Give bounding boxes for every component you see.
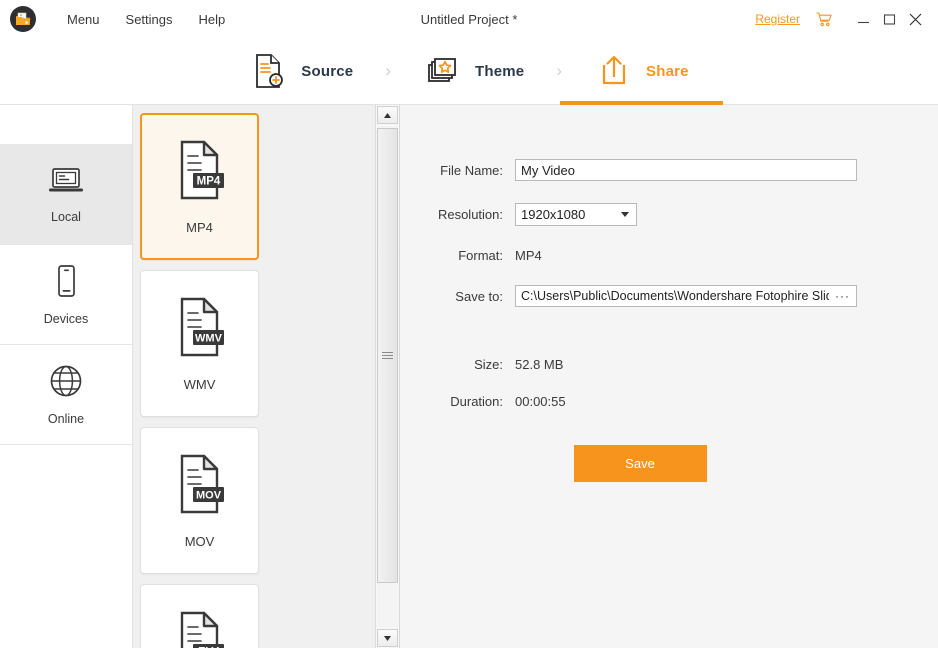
size-value: 52.8 MB: [515, 357, 564, 372]
format-card-wmv-label: WMV: [183, 376, 216, 392]
svg-text:MP4: MP4: [196, 175, 220, 187]
save-to-path-text: C:\Users\Public\Documents\Wondershare Fo…: [521, 289, 829, 303]
resolution-selected-value: 1920x1080: [521, 207, 586, 222]
menu-button-settings[interactable]: Settings: [113, 8, 186, 31]
resolution-select[interactable]: 1920x1080: [515, 203, 637, 226]
step-navigation: Source › Theme › Share: [0, 38, 938, 105]
laptop-icon: [46, 166, 86, 201]
save-button-wrap: Save: [400, 445, 938, 482]
menu-bar: Menu Settings Help: [54, 8, 238, 31]
settings-spacer: [400, 329, 938, 357]
shopping-cart-icon[interactable]: [816, 11, 832, 27]
format-value: MP4: [515, 248, 542, 263]
minimize-icon[interactable]: [850, 6, 876, 32]
scrollbar-thumb[interactable]: [377, 128, 398, 583]
sidebar-item-online-label: Online: [47, 411, 85, 426]
browse-folder-button[interactable]: ···: [829, 289, 856, 303]
step-separator-1: ›: [385, 61, 391, 80]
sidebar-item-local[interactable]: Local: [0, 145, 132, 245]
step-source-label: Source: [301, 62, 354, 80]
register-link[interactable]: Register: [755, 12, 800, 26]
step-theme[interactable]: Theme: [417, 38, 530, 105]
menu-button-menu[interactable]: Menu: [54, 8, 113, 31]
format-list-pane: MP4 MP4 WMV WMV MOV MOV: [133, 105, 400, 648]
phone-icon: [51, 264, 81, 303]
file-name-input[interactable]: [515, 159, 857, 181]
format-card-flv[interactable]: FLV FLV: [140, 584, 259, 648]
app-logo-icon: [10, 6, 36, 32]
format-label: Format:: [458, 248, 503, 263]
size-label: Size:: [474, 357, 503, 372]
format-row: Format: MP4: [400, 248, 938, 263]
duration-row: Duration: 00:00:55: [400, 394, 938, 409]
size-row: Size: 52.8 MB: [400, 357, 938, 372]
step-theme-label: Theme: [475, 62, 525, 80]
document-add-icon: [249, 53, 289, 89]
svg-text:WMV: WMV: [195, 332, 223, 344]
file-mov-icon: MOV: [171, 453, 229, 520]
sidebar-top-strip: [0, 105, 132, 145]
chevron-down-icon: [621, 212, 629, 217]
format-card-wmv[interactable]: WMV WMV: [140, 270, 259, 417]
step-separator-2: ›: [556, 61, 563, 80]
sidebar-item-devices-label: Devices: [43, 311, 89, 326]
format-list-scrollbar[interactable]: [375, 105, 399, 648]
format-card-mov[interactable]: MOV MOV: [140, 427, 259, 574]
menu-button-help[interactable]: Help: [186, 8, 239, 31]
export-settings-pane: File Name: Resolution: 1920x1080 Format:…: [400, 105, 938, 648]
globe-icon: [49, 364, 83, 403]
window-controls: Register: [755, 6, 938, 32]
format-card-mp4-label: MP4: [186, 219, 213, 235]
file-mp4-icon: MP4: [171, 139, 229, 206]
scroll-up-arrow-icon[interactable]: [377, 106, 398, 124]
destination-sidebar: Local Devices Online: [0, 105, 133, 648]
title-bar: Menu Settings Help Untitled Project * Re…: [0, 0, 938, 38]
duration-value: 00:00:55: [515, 394, 566, 409]
file-name-row: File Name:: [400, 159, 938, 181]
format-card-mp4[interactable]: MP4 MP4: [140, 113, 259, 260]
star-cards-icon: [423, 53, 463, 89]
save-to-row: Save to: C:\Users\Public\Documents\Wonde…: [400, 285, 938, 307]
maximize-icon[interactable]: [876, 6, 902, 32]
file-name-label: File Name:: [440, 162, 503, 178]
sidebar-item-devices[interactable]: Devices: [0, 245, 132, 345]
close-icon[interactable]: [902, 6, 928, 32]
resolution-label: Resolution:: [437, 207, 503, 222]
scrollbar-grip-icon: [382, 350, 393, 361]
step-share-label: Share: [646, 62, 689, 80]
file-flv-icon: FLV: [171, 610, 229, 648]
scroll-down-arrow-icon[interactable]: [377, 629, 398, 647]
upload-icon: [594, 53, 634, 89]
save-to-label: Save to:: [455, 288, 503, 304]
duration-label: Duration:: [450, 394, 503, 409]
svg-text:MOV: MOV: [195, 489, 221, 501]
sidebar-item-online[interactable]: Online: [0, 345, 132, 445]
save-to-field[interactable]: C:\Users\Public\Documents\Wondershare Fo…: [515, 285, 857, 307]
format-card-mov-label: MOV: [184, 533, 215, 549]
step-source[interactable]: Source: [243, 38, 359, 105]
resolution-row: Resolution: 1920x1080: [400, 203, 938, 226]
step-share[interactable]: Share: [560, 38, 723, 105]
sidebar-item-local-label: Local: [51, 209, 81, 224]
file-wmv-icon: WMV: [171, 296, 229, 363]
scrollbar-track[interactable]: [377, 126, 398, 627]
save-button[interactable]: Save: [573, 445, 707, 482]
main-body: Local Devices Online MP4 MP4 WMV WMV MOV…: [0, 105, 938, 648]
format-grid: MP4 MP4 WMV WMV MOV MOV: [133, 105, 375, 648]
